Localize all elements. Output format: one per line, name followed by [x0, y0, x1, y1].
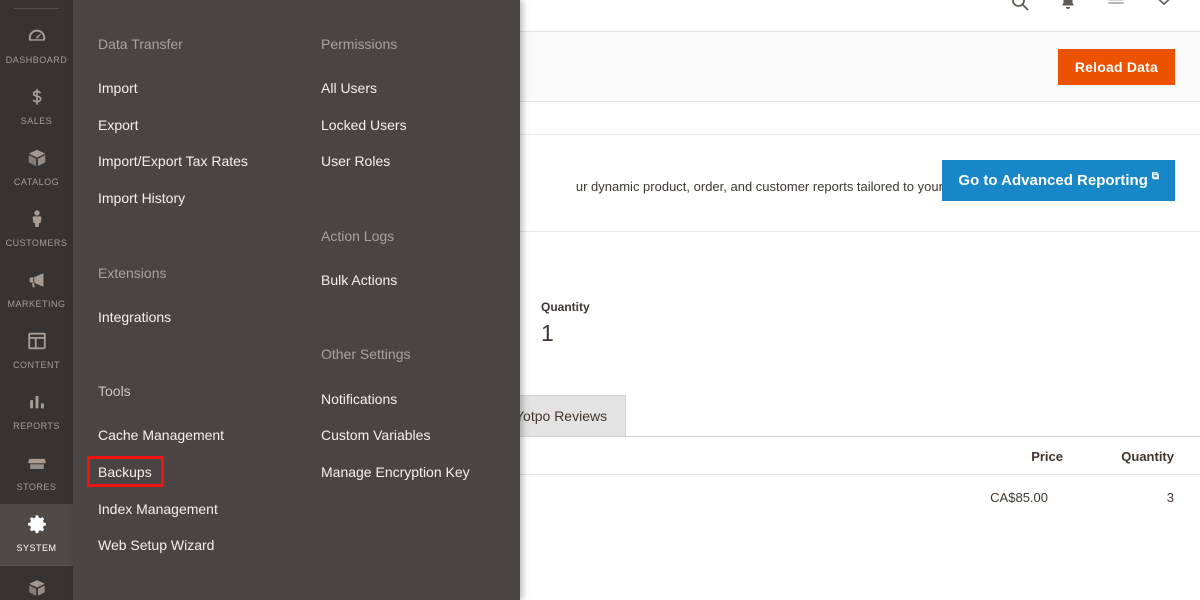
column-header-quantity[interactable]: Quantity [1121, 449, 1174, 464]
menu-item-all-users[interactable]: All Users [321, 80, 377, 96]
sidebar-top-divider [14, 8, 59, 9]
sidebar-item-label: CATALOG [13, 177, 60, 187]
sidebar-item-find-partners-extensions[interactable]: FIND PARTNERS & EXTENSIONS [0, 565, 73, 600]
sidebar-item-dashboard[interactable]: DASHBOARD [0, 16, 73, 77]
megaphone-icon [26, 269, 48, 291]
system-messages-icon[interactable] [1106, 0, 1126, 12]
menu-item-notifications[interactable]: Notifications [321, 391, 397, 407]
account-chevron-icon[interactable] [1154, 0, 1174, 12]
layout-icon [26, 330, 48, 352]
menu-item-integrations[interactable]: Integrations [98, 309, 171, 325]
menu-group-title-tools: Tools [98, 383, 131, 399]
sidebar-item-label: STORES [16, 482, 57, 492]
menu-item-custom-variables[interactable]: Custom Variables [321, 427, 430, 443]
kpi-quantity-value: 1 [541, 320, 554, 346]
sidebar-item-reports[interactable]: REPORTS [0, 382, 73, 443]
sidebar-item-label: SALES [20, 116, 53, 126]
menu-item-backups[interactable]: Backups [98, 464, 152, 480]
sidebar-item-catalog[interactable]: CATALOG [0, 138, 73, 199]
menu-group-title-other-settings: Other Settings [321, 346, 411, 362]
menu-item-export[interactable]: Export [98, 117, 138, 133]
box-icon [26, 147, 48, 169]
sidebar-item-system[interactable]: SYSTEM [0, 504, 73, 565]
search-icon[interactable] [1010, 0, 1030, 12]
cell-quantity: 3 [1166, 490, 1174, 505]
screen: Reload Data ur dynamic product, order, a… [0, 0, 1200, 600]
person-icon [26, 208, 48, 230]
menu-item-index-management[interactable]: Index Management [98, 501, 218, 517]
gear-icon [26, 513, 48, 535]
kpi-quantity: Quantity 1 [541, 300, 590, 347]
menu-item-import-history[interactable]: Import History [98, 190, 185, 206]
sidebar-item-content[interactable]: CONTENT [0, 321, 73, 382]
column-header-price[interactable]: Price [1031, 449, 1063, 464]
menu-group-title-permissions: Permissions [321, 36, 398, 52]
menu-item-web-setup-wizard[interactable]: Web Setup Wizard [98, 537, 214, 553]
blocks-icon [26, 577, 48, 599]
menu-item-locked-users[interactable]: Locked Users [321, 117, 407, 133]
system-flyout-menu: Data Transfer Import Export Import/Expor… [73, 0, 520, 600]
notifications-bell-icon[interactable] [1058, 0, 1078, 12]
sidebar-item-label: SYSTEM [16, 543, 57, 553]
menu-item-user-roles[interactable]: User Roles [321, 153, 390, 169]
kpi-quantity-label: Quantity [541, 300, 590, 314]
sidebar-item-label: REPORTS [13, 421, 60, 431]
sidebar-item-marketing[interactable]: MARKETING [0, 260, 73, 321]
storefront-icon [26, 452, 48, 474]
header-icon-strip [1010, 0, 1174, 12]
external-link-icon: ⧉ [1151, 171, 1159, 182]
menu-item-bulk-actions[interactable]: Bulk Actions [321, 272, 397, 288]
go-to-advanced-reporting-button[interactable]: Go to Advanced Reporting ⧉ [942, 160, 1175, 201]
menu-group-title-extensions: Extensions [98, 265, 167, 281]
sidebar-item-sales[interactable]: SALES [0, 77, 73, 138]
sidebar-item-label: DASHBOARD [5, 55, 68, 65]
sidebar-item-customers[interactable]: CUSTOMERS [0, 199, 73, 260]
menu-item-cache-management[interactable]: Cache Management [98, 427, 224, 443]
menu-item-import-export-tax-rates[interactable]: Import/Export Tax Rates [98, 153, 248, 169]
reload-data-button[interactable]: Reload Data [1057, 49, 1175, 85]
menu-item-import[interactable]: Import [98, 80, 138, 96]
sidebar-item-label: MARKETING [7, 299, 66, 309]
menu-group-title-data-transfer: Data Transfer [98, 36, 183, 52]
sidebar-item-stores[interactable]: STORES [0, 443, 73, 504]
admin-sidebar: DASHBOARD SALES CATALOG CUSTOMERS MARKET… [0, 0, 73, 600]
menu-group-title-action-logs: Action Logs [321, 228, 395, 244]
dollar-icon [26, 86, 48, 108]
dashboard-icon [26, 25, 48, 47]
menu-item-manage-encryption-key[interactable]: Manage Encryption Key [321, 464, 470, 480]
cell-price: CA$85.00 [990, 490, 1048, 505]
sidebar-item-label: CONTENT [13, 360, 60, 370]
bar-chart-icon [26, 391, 48, 413]
advanced-reporting-button-label: Go to Advanced Reporting [958, 172, 1148, 189]
sidebar-item-label: CUSTOMERS [5, 238, 68, 248]
